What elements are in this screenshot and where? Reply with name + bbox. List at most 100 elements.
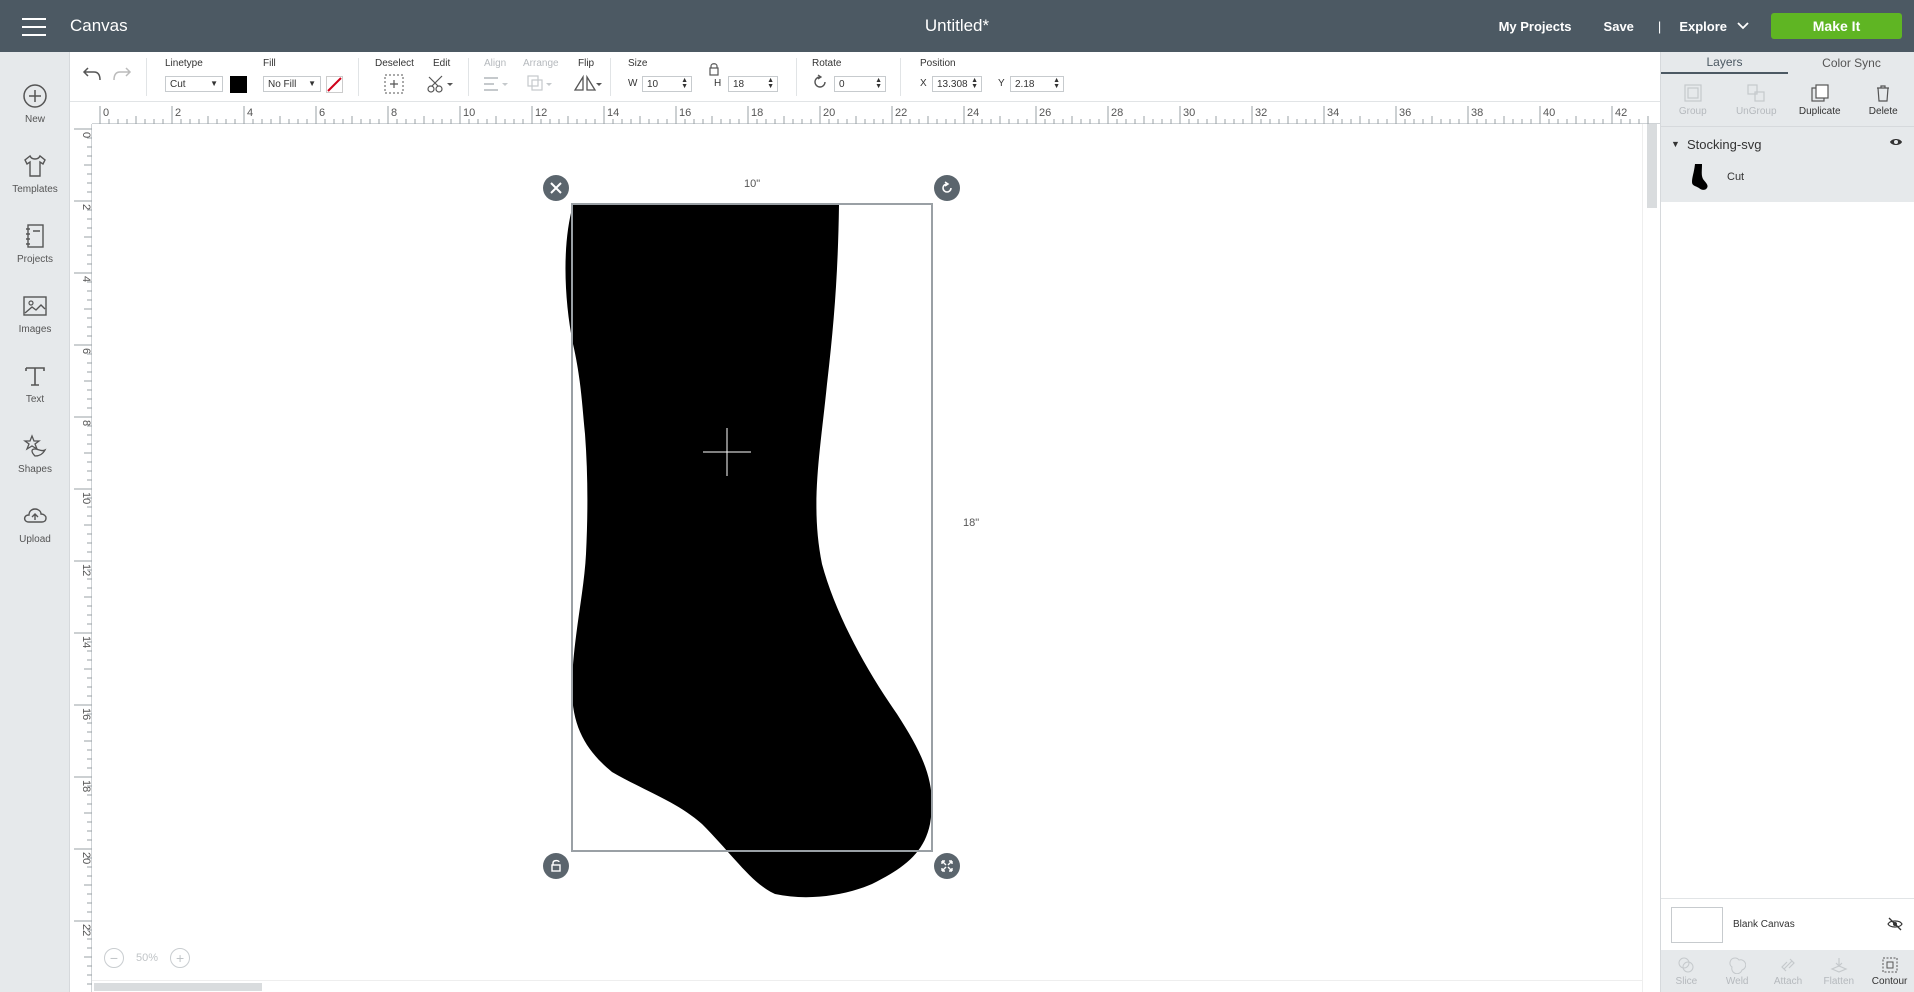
redo-icon[interactable] [112, 66, 132, 82]
blank-canvas-row[interactable]: Blank Canvas [1661, 898, 1914, 950]
rotate-icon [942, 181, 952, 193]
width-value: 10 [647, 79, 659, 90]
toolbar-divider [900, 58, 901, 96]
vertical-scrollbar[interactable] [1642, 124, 1660, 992]
spinner-icon[interactable]: ▲ ▼ [767, 77, 774, 90]
sidebar-item-projects[interactable]: Projects [0, 208, 70, 278]
flatten-label: Flatten [1823, 975, 1855, 987]
ruler-label: 34 [1327, 107, 1339, 119]
image-icon [23, 295, 47, 316]
eye-hidden-icon[interactable] [1887, 917, 1903, 931]
tab-color-sync[interactable]: Color Sync [1788, 52, 1914, 74]
trash-icon [1877, 85, 1890, 102]
flatten-button[interactable]: Flatten [1813, 950, 1864, 992]
duplicate-button[interactable]: Duplicate [1788, 74, 1852, 126]
x-position-input[interactable]: 13.308 ▲ ▼ [932, 76, 982, 92]
caret-down-icon[interactable]: ▼ [1671, 139, 1680, 149]
blank-canvas-swatch[interactable] [1671, 907, 1723, 943]
delete-handle-close-icon[interactable] [543, 175, 569, 201]
rotate-handle-icon[interactable] [934, 175, 960, 201]
ruler-label: 32 [1255, 107, 1267, 119]
sidebar-item-images[interactable]: Images [0, 278, 70, 348]
eye-icon[interactable] [1889, 137, 1903, 147]
horizontal-scrollbar[interactable] [92, 980, 1642, 992]
sidebar-item-upload[interactable]: Upload [0, 488, 70, 558]
group-button[interactable]: Group [1661, 74, 1725, 126]
weld-button[interactable]: Weld [1712, 950, 1763, 992]
linetype-select[interactable]: Cut ▼ [165, 76, 223, 92]
blank-canvas-label: Blank Canvas [1733, 919, 1795, 930]
linetype-color-swatch[interactable] [230, 76, 247, 93]
rotate-label: Rotate [812, 58, 842, 69]
ruler-label: 6 [319, 107, 325, 119]
sidebar-item-shapes[interactable]: Shapes [0, 418, 70, 488]
attach-label: Attach [1773, 975, 1803, 987]
tab-layers[interactable]: Layers [1661, 52, 1788, 74]
weld-icon [1729, 956, 1747, 974]
spinner-icon[interactable]: ▲ ▼ [681, 77, 688, 90]
group-icon [1684, 84, 1702, 102]
scrollbar-thumb[interactable] [94, 983, 262, 991]
spinner-icon[interactable]: ▲ ▼ [875, 77, 882, 90]
rotate-input[interactable]: 0 ▲ ▼ [834, 76, 886, 92]
zoom-out-button[interactable]: − [104, 948, 124, 968]
sidebar-item-label: Images [18, 323, 52, 335]
ruler-label: 4 [80, 276, 92, 282]
ruler-label: 26 [1039, 107, 1051, 119]
layer-item[interactable]: Cut [1689, 163, 1744, 191]
attach-icon [1781, 958, 1795, 971]
width-input[interactable]: 10 ▲ ▼ [642, 76, 692, 92]
spinner-icon[interactable]: ▲ ▼ [1053, 77, 1060, 90]
ungroup-label: UnGroup [1735, 106, 1777, 117]
align-icon[interactable] [482, 74, 510, 94]
contour-button[interactable]: Contour [1864, 950, 1914, 992]
ungroup-button[interactable]: UnGroup [1725, 74, 1789, 126]
my-projects-link[interactable]: My Projects [1499, 19, 1572, 34]
arrange-icon[interactable] [526, 74, 554, 94]
fill-select[interactable]: No Fill ▼ [263, 76, 321, 92]
spinner-icon[interactable]: ▲ ▼ [971, 77, 978, 90]
fill-value: No Fill [268, 79, 297, 90]
layer-group[interactable]: ▼ Stocking-svg Cut [1661, 126, 1914, 202]
no-fill-swatch-icon[interactable] [326, 76, 343, 93]
zoom-in-button[interactable]: + [170, 948, 191, 968]
make-it-button[interactable]: Make It [1771, 13, 1902, 39]
ruler-label: 6 [80, 348, 92, 354]
edit-scissors-icon[interactable] [426, 74, 454, 94]
delete-label: Delete [1868, 106, 1898, 117]
flip-label: Flip [578, 58, 595, 69]
sidebar-item-text[interactable]: Text [0, 348, 70, 418]
sidebar-item-label: Templates [12, 183, 58, 195]
ruler-label: 20 [823, 107, 835, 119]
scale-handle-icon[interactable] [934, 853, 960, 879]
delete-button[interactable]: Delete [1852, 74, 1914, 126]
ruler-label: 8 [80, 420, 92, 426]
flip-icon[interactable] [572, 74, 602, 94]
ruler-label: 0 [103, 107, 109, 119]
save-link[interactable]: Save [1604, 19, 1634, 34]
sidebar-item-templates[interactable]: Templates [0, 138, 70, 208]
horizontal-ruler: 0 2 4 6 8 10 12 14 16 18 20 22 24 26 28 30 32 34 36 38 40 42 [92, 102, 1660, 124]
scrollbar-thumb[interactable] [1647, 124, 1657, 208]
stocking-thumbnail-icon [1692, 164, 1708, 190]
linetype-label: Linetype [165, 58, 203, 69]
height-input[interactable]: 18 ▲ ▼ [728, 76, 778, 92]
nav-separator: | [1657, 18, 1662, 34]
attach-button[interactable]: Attach [1763, 950, 1814, 992]
ruler-label: 10 [80, 492, 92, 504]
slice-button[interactable]: Slice [1661, 950, 1712, 992]
deselect-icon[interactable] [384, 74, 404, 94]
width-label: W [628, 78, 638, 89]
layer-name: Cut [1727, 171, 1745, 183]
top-bar: Canvas Untitled* My Projects Save | Expl… [0, 0, 1914, 52]
undo-icon[interactable] [82, 66, 102, 82]
unlock-handle-icon[interactable] [543, 853, 569, 879]
ruler-label: 28 [1111, 107, 1123, 119]
explore-menu[interactable]: Explore [1679, 19, 1749, 34]
edit-label: Edit [433, 58, 451, 69]
lock-icon[interactable] [708, 62, 720, 76]
sidebar-item-new[interactable]: New [0, 68, 70, 138]
shapes-icon [23, 433, 47, 457]
y-position-input[interactable]: 2.18 ▲ ▼ [1010, 76, 1064, 92]
ruler-label: 14 [607, 107, 619, 119]
